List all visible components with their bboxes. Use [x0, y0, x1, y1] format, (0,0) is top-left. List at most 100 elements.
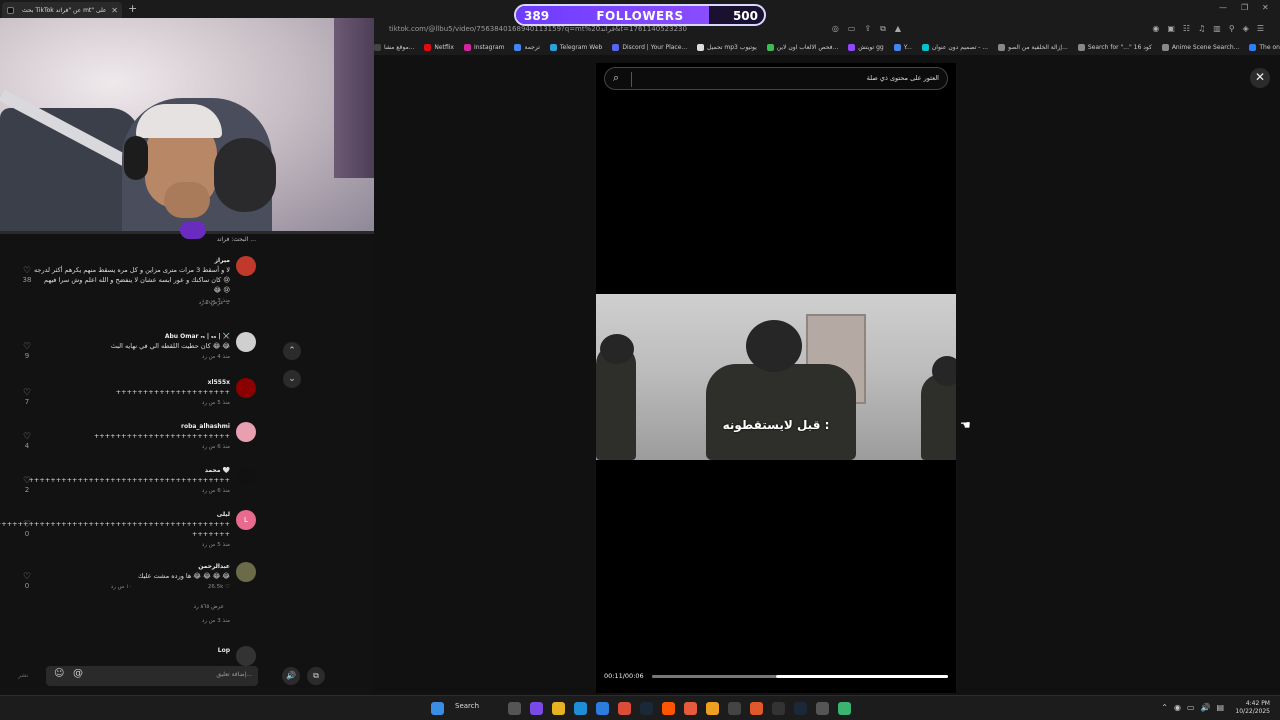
app-icon[interactable]	[706, 702, 719, 715]
comment-text: +++++++++++++++++++++++++++++++++++++	[28, 476, 230, 484]
bookmark-item[interactable]: تويتش gg	[848, 44, 884, 51]
comment-author[interactable]: roba_alhashmi	[181, 423, 230, 430]
comment-text: ها ورده مشت عليك 😂 😂 😂 😂	[138, 572, 230, 580]
chrome-icon[interactable]	[618, 702, 631, 715]
obs-icon[interactable]	[772, 702, 785, 715]
brave-icon[interactable]	[662, 702, 675, 715]
search-icon[interactable]: ⌕	[613, 71, 619, 85]
mention-icon[interactable]: @	[73, 668, 83, 679]
comment-text: +++++++++++++++++++++++++	[93, 432, 230, 440]
search-text: العثور على محتوى ذي صلة	[866, 74, 939, 82]
minimize-icon[interactable]: —	[1219, 3, 1227, 12]
next-video-button[interactable]: ⌄	[283, 370, 301, 388]
related-search-bar[interactable]: ⌕ العثور على محتوى ذي صلة	[604, 67, 948, 90]
bookmark-item[interactable]: Discord | Your Place...	[612, 44, 687, 51]
bookmark-item[interactable]: The online code edi...	[1249, 44, 1280, 51]
steam-icon[interactable]	[640, 702, 653, 715]
like-button[interactable]: ♡ 0	[20, 572, 34, 590]
comment-text: +++++++	[191, 530, 230, 538]
clock[interactable]: 4:42 PM 10/22/2025	[1235, 700, 1270, 716]
comment-author[interactable]: عبدالرحمن	[198, 563, 230, 570]
helmet	[932, 356, 956, 386]
comment-meta: منذ 5 س رد	[201, 400, 230, 406]
previous-video-button[interactable]: ⌃	[283, 342, 301, 360]
maximize-icon[interactable]: ❐	[1241, 3, 1248, 12]
search-divider	[631, 72, 632, 87]
bookmark-item[interactable]: Anime Scene Search...	[1161, 44, 1240, 51]
toolbar-extensions[interactable]: ◉▣☷♫▥⚲◈☰	[1152, 24, 1272, 33]
bookmark-label: تويتش gg	[858, 44, 884, 51]
task-view-icon[interactable]	[508, 702, 521, 715]
bookmark-item[interactable]: Search for "..." 16 كود	[1077, 44, 1152, 51]
video-progress-bar[interactable]	[652, 675, 948, 678]
bookmark-item[interactable]: موقع مشا...	[374, 44, 414, 51]
avatar[interactable]	[236, 256, 256, 276]
steam-icon[interactable]	[794, 702, 807, 715]
like-count: 7	[24, 398, 30, 406]
browser-icon[interactable]	[684, 702, 697, 715]
avatar[interactable]	[236, 332, 256, 352]
bookmark-item[interactable]: Instagram	[463, 44, 504, 51]
emoji-icon[interactable]: ☺	[54, 668, 64, 679]
close-tab-icon[interactable]: ✕	[111, 2, 118, 19]
bookmark-item[interactable]: Telegram Web	[549, 44, 602, 51]
bookmark-icon	[921, 44, 929, 51]
store-icon[interactable]	[596, 702, 609, 715]
comment-author[interactable]: ليلى	[217, 511, 230, 518]
view-replies-link[interactable]: عرض ٨٦٥ رد	[194, 604, 224, 610]
app-icon[interactable]	[838, 702, 851, 715]
window-close-icon[interactable]: ✕	[1262, 3, 1269, 12]
heart-icon: ♡	[22, 432, 32, 442]
start-icon[interactable]	[431, 702, 444, 715]
bookmark-item[interactable]: تحميل mp3 يوتيوب	[697, 44, 757, 51]
followers-goal-bar: 389 FOLLOWERS 500	[514, 4, 766, 26]
avatar[interactable]	[236, 422, 256, 442]
bookmark-item[interactable]: إزالة الخلفية من الصو...	[998, 44, 1068, 51]
comment-meta: منذ 6 س رد	[201, 444, 230, 450]
edge-icon[interactable]	[574, 702, 587, 715]
like-button[interactable]: ♡ 0	[20, 520, 34, 538]
bookmark-item[interactable]: تصميم دون عنوان - ...	[921, 44, 988, 51]
system-tray[interactable]: ⌃◉▭🔊▤	[1161, 703, 1230, 712]
comment-author[interactable]: Lop	[218, 647, 230, 654]
file-explorer-icon[interactable]	[552, 702, 565, 715]
app-icon[interactable]	[728, 702, 741, 715]
taskbar-search[interactable]: Search	[455, 702, 479, 710]
bookmark-item[interactable]: ترجمة	[514, 44, 540, 51]
bookmark-label: Anime Scene Search...	[1171, 44, 1240, 51]
browser-tab[interactable]: بحث TikTok عن "فراتد mt" على ✕	[2, 2, 122, 19]
close-video-button[interactable]: ✕	[1250, 68, 1270, 88]
avatar[interactable]	[236, 378, 256, 398]
comment-author[interactable]: Abu Omar ᵣₛ | ₛₐ | ⚔️	[165, 333, 230, 340]
comment-input[interactable]: إضافة تعليق... @ ☺	[46, 666, 258, 686]
bookmark-label: موقع مشا...	[384, 44, 415, 51]
bookmark-item[interactable]: فحص الالعاب اون لاين...	[766, 44, 838, 51]
like-button[interactable]: ♡ 9	[20, 342, 34, 360]
view-replies-link[interactable]: عرض 2 رد ⌄	[199, 300, 230, 306]
like-button[interactable]: ♡ 7	[20, 388, 34, 406]
captions-icon[interactable]: ⧉	[307, 667, 325, 685]
helmet	[600, 334, 634, 364]
bookmark-item[interactable]: Netflix	[424, 44, 454, 51]
like-button[interactable]: ♡ 2	[20, 476, 34, 494]
avatar[interactable]	[236, 646, 256, 666]
headset	[124, 136, 148, 180]
like-button[interactable]: ♡ 38	[20, 266, 34, 284]
app-icon[interactable]	[816, 702, 829, 715]
new-tab-icon[interactable]: +	[128, 2, 137, 15]
avatar[interactable]	[236, 466, 256, 486]
app-icon[interactable]	[750, 702, 763, 715]
comment-author[interactable]: xl555x	[208, 379, 230, 386]
url-field[interactable]: tiktok.com/@llbu5/video/7563840168940113…	[389, 25, 687, 33]
avatar[interactable]: L	[236, 510, 256, 530]
address-actions[interactable]: ◎▭⇪⧉▲	[832, 24, 910, 34]
like-button[interactable]: ♡ 4	[20, 432, 34, 450]
comment-author[interactable]: محمد 🤍	[205, 467, 230, 474]
avatar[interactable]	[236, 562, 256, 582]
volume-icon[interactable]: 🔊	[282, 667, 300, 685]
post-comment-button[interactable]: نشر	[18, 672, 28, 679]
bookmark-item[interactable]: Y...	[893, 44, 912, 51]
comment-author[interactable]: ميراز	[215, 257, 230, 264]
followers-goal: 500	[732, 9, 758, 23]
copilot-icon[interactable]	[530, 702, 543, 715]
